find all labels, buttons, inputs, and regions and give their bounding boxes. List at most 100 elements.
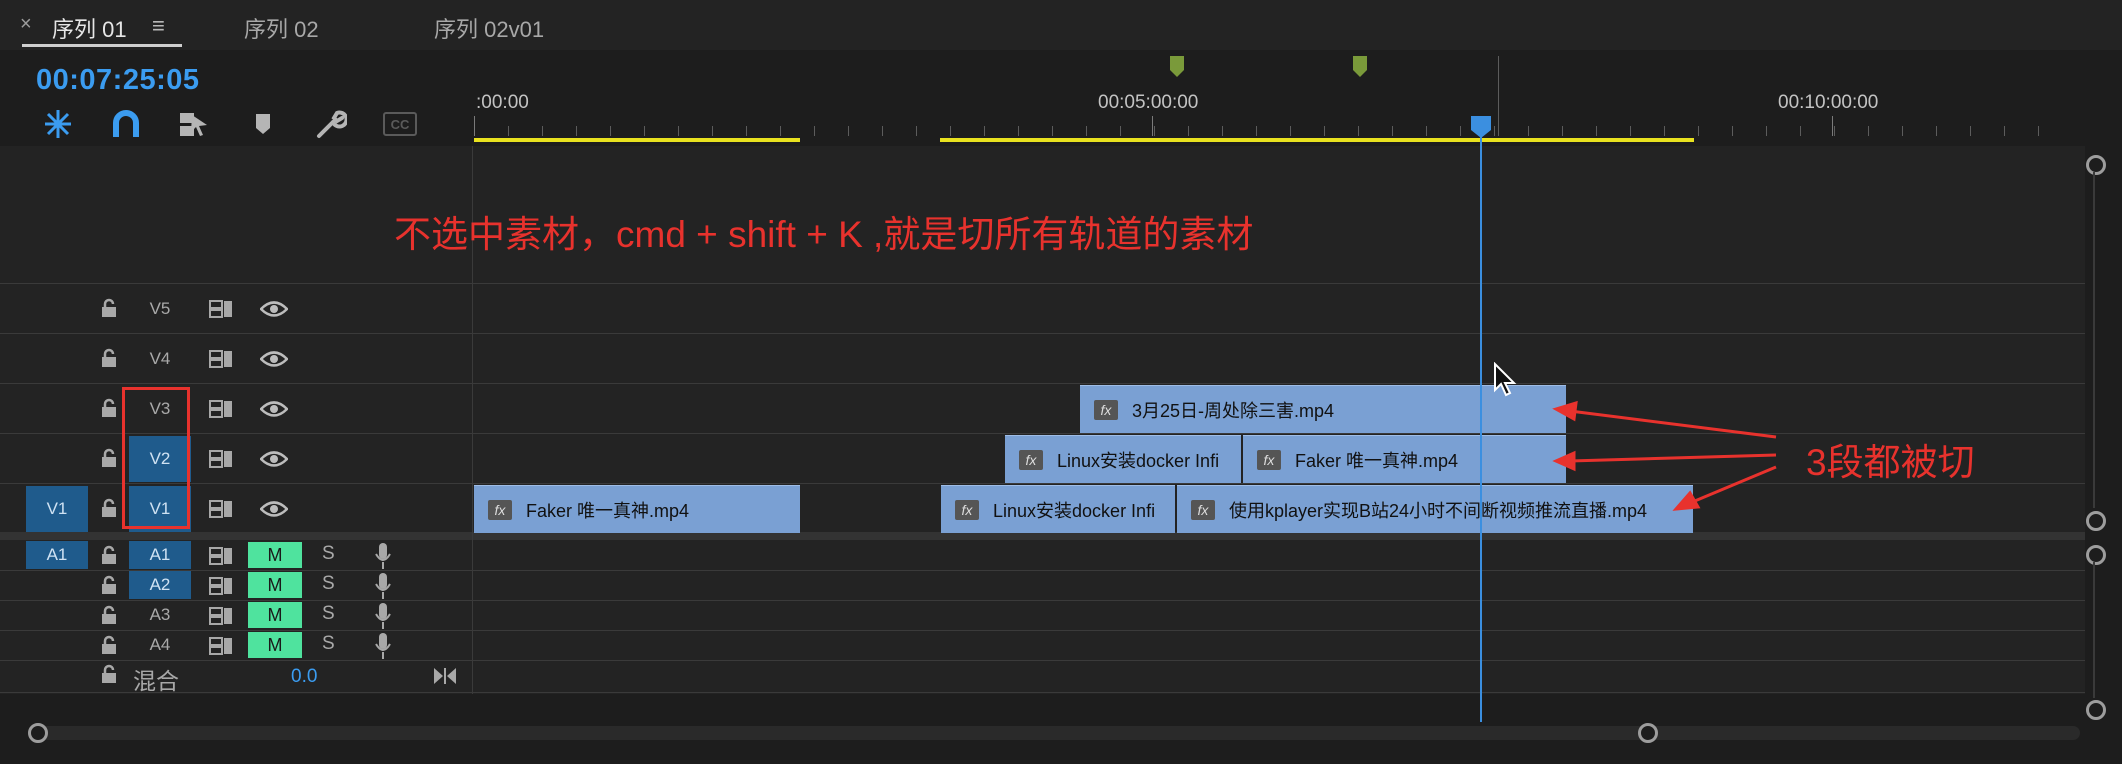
ruler-tick [1256, 126, 1257, 136]
sync-lock-icon[interactable] [208, 499, 234, 519]
panel-menu-icon[interactable]: ≡ [152, 13, 165, 39]
clip-v1-1[interactable]: fx Faker 唯一真神.mp4 [474, 485, 800, 533]
lock-icon[interactable] [100, 664, 118, 684]
source-patch-v1[interactable]: V1 [26, 486, 88, 532]
mute-button[interactable]: M [248, 542, 302, 568]
microphone-icon[interactable] [374, 542, 392, 570]
wrench-icon[interactable] [311, 106, 351, 142]
sync-lock-icon[interactable] [208, 449, 234, 469]
playhead-timecode[interactable]: 00:07:25:05 [36, 64, 200, 97]
vertical-zoom-handle[interactable] [2086, 545, 2106, 565]
horizontal-scrollbar[interactable] [40, 726, 2080, 740]
track-target-v4[interactable]: V4 [129, 336, 191, 382]
vertical-zoom-handle[interactable] [2086, 511, 2106, 531]
lock-icon[interactable] [100, 575, 118, 595]
clip-v2-1[interactable]: fx Linux安装docker Infi [1005, 435, 1241, 483]
row-divider [0, 570, 2085, 571]
solo-button[interactable]: S [322, 633, 335, 655]
work-area-bar[interactable] [474, 138, 800, 142]
timeline-marker-icon[interactable] [1170, 56, 1184, 78]
vertical-zoom-handle[interactable] [2086, 700, 2106, 720]
microphone-icon[interactable] [374, 632, 392, 660]
magnet-icon[interactable] [106, 106, 146, 142]
vertical-scrollbar-audio[interactable] [2093, 562, 2095, 698]
clip-name: Faker 唯一真神.mp4 [1295, 450, 1459, 471]
marker-icon[interactable] [243, 106, 283, 142]
playhead-line[interactable] [1480, 118, 1482, 722]
mute-button[interactable]: M [248, 602, 302, 628]
solo-button[interactable]: S [322, 543, 335, 565]
ruler-tick [610, 126, 611, 136]
linked-selection-icon[interactable] [174, 106, 214, 142]
eye-icon[interactable] [260, 300, 288, 318]
eye-icon[interactable] [260, 350, 288, 368]
mix-pan-icon[interactable] [432, 666, 458, 686]
lock-icon[interactable] [100, 398, 118, 418]
playhead-handle-icon[interactable] [1469, 114, 1493, 140]
track-target-a2[interactable]: A2 [129, 571, 191, 599]
sync-lock-icon[interactable] [208, 636, 234, 656]
tab-sequence-01[interactable]: 序列 01 [52, 12, 127, 44]
mix-label: 混合 [133, 668, 179, 694]
ruler-tick [780, 126, 781, 136]
track-target-a3[interactable]: A3 [129, 601, 191, 629]
vertical-scrollbar-video[interactable] [2093, 172, 2095, 508]
sync-lock-icon[interactable] [208, 546, 234, 566]
ruler-tick [576, 126, 577, 136]
eye-icon[interactable] [260, 400, 288, 418]
ruler-tick [1630, 126, 1631, 136]
video-audio-divider[interactable] [0, 532, 2085, 540]
ruler-tick [1222, 126, 1223, 136]
source-patch-a1[interactable]: A1 [26, 541, 88, 569]
track-target-a4[interactable]: A4 [129, 631, 191, 659]
lock-icon[interactable] [100, 448, 118, 468]
lock-icon[interactable] [100, 498, 118, 518]
sync-lock-icon[interactable] [208, 606, 234, 626]
mute-button[interactable]: M [248, 572, 302, 598]
close-tab-icon[interactable]: × [20, 13, 32, 36]
sync-lock-icon[interactable] [208, 399, 234, 419]
mute-button[interactable]: M [248, 632, 302, 658]
eye-icon[interactable] [260, 500, 288, 518]
clip-v1-2[interactable]: fx Linux安装docker Infi [941, 485, 1175, 533]
timeline-marker-icon[interactable] [1353, 56, 1367, 78]
work-area-bar[interactable] [940, 138, 1694, 142]
ruler-tick [1018, 126, 1019, 136]
captions-icon[interactable]: CC [378, 106, 422, 142]
horizontal-scroll-start-handle[interactable] [28, 723, 48, 743]
sync-lock-icon[interactable] [208, 576, 234, 596]
sync-lock-icon[interactable] [208, 349, 234, 369]
ruler-tick [542, 126, 543, 136]
eye-icon[interactable] [260, 450, 288, 468]
ruler-tick [1392, 126, 1393, 136]
fx-icon: fx [1257, 449, 1281, 470]
snap-insert-icon[interactable] [38, 106, 78, 142]
row-divider [0, 630, 2085, 631]
mix-volume-value[interactable]: 0.0 [291, 666, 317, 688]
track-target-v5[interactable]: V5 [129, 286, 191, 332]
row-divider [0, 600, 2085, 601]
tab-sequence-02[interactable]: 序列 02 [244, 12, 319, 44]
lock-icon[interactable] [100, 348, 118, 368]
ruler-tick [1460, 126, 1461, 136]
clip-v2-2[interactable]: fx Faker 唯一真神.mp4 [1243, 435, 1566, 483]
lock-icon[interactable] [100, 545, 118, 565]
horizontal-scroll-end-handle[interactable] [1638, 723, 1658, 743]
solo-button[interactable]: S [322, 603, 335, 625]
lock-icon[interactable] [100, 298, 118, 318]
ruler-tick [1596, 126, 1597, 136]
lock-icon[interactable] [100, 635, 118, 655]
mouse-cursor-icon [1494, 362, 1517, 397]
microphone-icon[interactable] [374, 572, 392, 600]
ruler-tick [1188, 126, 1189, 136]
lock-icon[interactable] [100, 605, 118, 625]
sync-lock-icon[interactable] [208, 299, 234, 319]
row-divider [0, 692, 2085, 693]
track-target-a1[interactable]: A1 [129, 541, 191, 569]
tab-sequence-02v01[interactable]: 序列 02v01 [434, 12, 544, 44]
ruler-tick [916, 126, 917, 136]
ruler-tick [678, 126, 679, 136]
vertical-zoom-handle[interactable] [2086, 155, 2106, 175]
microphone-icon[interactable] [374, 602, 392, 630]
solo-button[interactable]: S [322, 573, 335, 595]
